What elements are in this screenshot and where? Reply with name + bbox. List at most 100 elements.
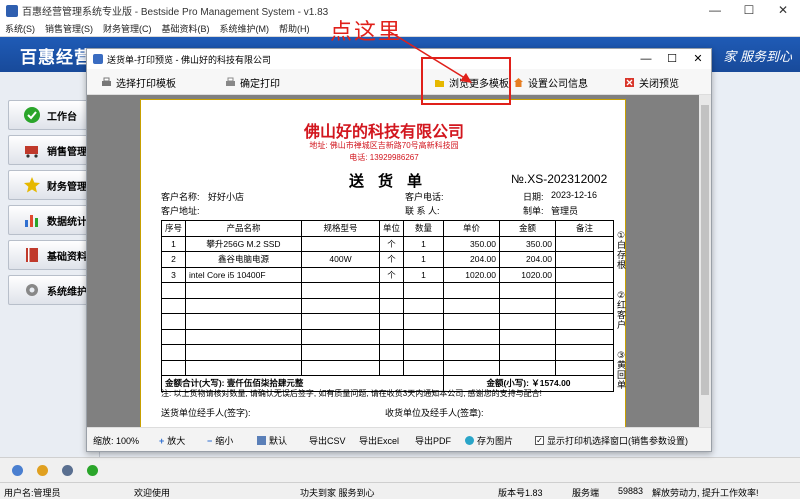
zoom-in-button[interactable]: + 放大 — [159, 434, 185, 447]
sidebar-item-maintenance[interactable]: 系统维护 — [8, 275, 94, 305]
items-table: 序号 产品名称 规格型号 单位 数量 单价 金额 备注 1 攀升256G M.2… — [161, 220, 614, 392]
table-row-empty — [161, 313, 614, 330]
zoom-out-button[interactable]: − 缩小 — [207, 434, 233, 447]
dialog-title: 送货单-打印预览 - 佛山好的科技有限公司 — [107, 54, 271, 65]
sidebar-item-label: 系统维护 — [47, 286, 87, 298]
fit-icon — [257, 436, 266, 445]
status-user: 用户名:管理员 — [4, 488, 61, 498]
column-header: 规格型号 — [301, 220, 380, 237]
menu-system[interactable]: 系统(S) — [0, 22, 40, 35]
chart-icon — [25, 215, 38, 227]
maximize-button[interactable]: ☐ — [732, 0, 766, 21]
menu-sales[interactable]: 销售管理(S) — [40, 22, 98, 35]
sender-sign: 送货单位经手人(签字): — [161, 408, 251, 418]
status-count: 59883 — [618, 486, 644, 496]
quick-icon-3[interactable] — [62, 464, 73, 476]
invoice-page: 佛山好的科技有限公司 地址: 佛山市禅城区吉新路70号高新科技园 电话: 139… — [140, 99, 626, 427]
sidebar: 工作台 销售管理 财务管理 数据统计 基础资料 系统维护 — [0, 72, 100, 457]
sidebar-item-label: 数据统计 — [47, 216, 87, 228]
check-icon — [24, 107, 40, 123]
sidebar-item-label: 工作台 — [47, 111, 77, 123]
table-row-empty — [161, 282, 614, 299]
bottom-quick-icons — [0, 457, 800, 482]
contact-label: 联 系 人: — [405, 206, 440, 216]
checkbox-checked-icon: ✓ — [535, 436, 544, 445]
quick-icon-1[interactable] — [12, 464, 23, 476]
close-button[interactable]: ✕ — [766, 0, 800, 21]
menu-basic-data[interactable]: 基础资料(B) — [157, 22, 215, 35]
gear-icon — [26, 284, 38, 296]
preview-area[interactable]: 佛山好的科技有限公司 地址: 佛山市禅城区吉新路70号高新科技园 电话: 139… — [87, 95, 711, 427]
company-settings-button[interactable]: 设置公司信息 — [513, 75, 588, 90]
maker-value: 管理员 — [551, 206, 579, 216]
zoom-level: 缩放: 100% — [93, 436, 140, 446]
print-preview-dialog: 送货单-打印预览 - 佛山好的科技有限公司 — ☐ ✕ 选择打印模板 确定打印 … — [86, 48, 712, 452]
table-row-empty — [161, 328, 614, 345]
book-icon — [26, 248, 38, 262]
receiver-sign: 收货单位及经手人(签章): — [385, 408, 484, 418]
company-address: 地址: 佛山市禅城区吉新路70号高新科技园 — [309, 141, 459, 150]
menu-maintenance[interactable]: 系统维护(M) — [215, 22, 275, 35]
status-slogan: 解放劳动力, 提升工作效率! — [652, 488, 759, 498]
dialog-footer: 缩放: 100% + 放大 − 缩小 默认 导出CSV 导出Excel 导出PDF … — [87, 427, 711, 451]
close-icon — [625, 78, 634, 87]
table-row-empty — [161, 297, 614, 314]
table-row: 2 鑫谷电脑电源 400W 个 1 204.00 204.00 — [161, 251, 614, 268]
cart-icon — [25, 146, 38, 158]
sidebar-item-workbench[interactable]: 工作台 — [8, 100, 94, 130]
show-printer-checkbox[interactable]: ✓ 显示打印机选择窗口(销售参数设置) — [535, 434, 688, 447]
table-row-empty — [161, 344, 614, 361]
status-edition: 服务端 — [572, 488, 600, 498]
dialog-maximize-button[interactable]: ☐ — [659, 49, 685, 69]
scrollbar-thumb[interactable] — [701, 105, 709, 395]
select-template-button[interactable]: 选择打印模板 — [101, 75, 176, 90]
column-header: 单价 — [443, 220, 500, 237]
sidebar-item-statistics[interactable]: 数据统计 — [8, 205, 94, 235]
app-logo-text: 百惠经营 — [20, 48, 92, 67]
maker-label: 制单: — [523, 206, 544, 216]
dialog-icon — [93, 54, 103, 64]
minimize-button[interactable]: — — [698, 0, 732, 21]
close-preview-button[interactable]: 关闭预览 — [624, 75, 679, 90]
sidebar-item-label: 财务管理 — [47, 181, 87, 193]
quick-icon-4[interactable] — [87, 464, 98, 476]
image-icon — [465, 436, 474, 445]
sidebar-item-finance[interactable]: 财务管理 — [8, 170, 94, 200]
main-window-title: 百惠经营管理系统专业版 - Bestside Pro Management Sy… — [22, 7, 329, 18]
export-csv-button[interactable]: 导出CSV — [309, 434, 346, 447]
annotation-arrow-icon — [389, 31, 472, 83]
column-header: 产品名称 — [185, 220, 302, 237]
sidebar-item-sales[interactable]: 销售管理 — [8, 135, 94, 165]
quick-icon-2[interactable] — [37, 464, 48, 476]
dialog-close-button[interactable]: ✕ — [685, 49, 711, 69]
confirm-print-button[interactable]: 确定打印 — [225, 75, 280, 90]
stub-yellow: ③黄回单 — [617, 350, 627, 390]
status-motto: 功夫到家 服务到心 — [300, 488, 375, 498]
column-header: 数量 — [403, 220, 444, 237]
star-icon — [24, 177, 40, 193]
sidebar-item-label: 销售管理 — [47, 146, 87, 158]
menu-help[interactable]: 帮助(H) — [274, 22, 315, 35]
menu-finance[interactable]: 财务管理(C) — [98, 22, 157, 35]
preview-scrollbar[interactable] — [699, 95, 711, 427]
sidebar-item-label: 基础资料 — [47, 251, 87, 263]
date-value: 2023-12-16 — [551, 190, 598, 200]
stub-white: ①白存根 — [617, 230, 627, 270]
document-number: №.XS-202312002 — [511, 172, 608, 186]
default-zoom-button[interactable]: 默认 — [257, 434, 287, 447]
company-phone: 电话: 13929986267 — [349, 153, 419, 162]
printer-icon — [102, 77, 111, 86]
dialog-minimize-button[interactable]: — — [633, 49, 659, 69]
table-row: 1 攀升256G M.2 SSD 个 1 350.00 350.00 — [161, 235, 614, 252]
save-image-button[interactable]: 存为图片 — [465, 434, 513, 447]
sidebar-item-basic-data[interactable]: 基础资料 — [8, 240, 94, 270]
status-bar: 用户名:管理员 欢迎使用 功夫到家 服务到心 版本号1.83 服务端 59883… — [0, 482, 800, 499]
company-name: 佛山好的科技有限公司 — [303, 122, 464, 141]
export-excel-button[interactable]: 导出Excel — [359, 434, 399, 447]
customer-phone-label: 客户电话: — [405, 192, 444, 202]
banner-slogan: 家 服务到心 — [723, 49, 792, 64]
table-header-row: 序号 产品名称 规格型号 单位 数量 单价 金额 备注 — [161, 220, 614, 237]
column-header: 金额 — [499, 220, 556, 237]
plus-icon: + — [159, 436, 165, 446]
export-pdf-button[interactable]: 导出PDF — [415, 434, 451, 447]
